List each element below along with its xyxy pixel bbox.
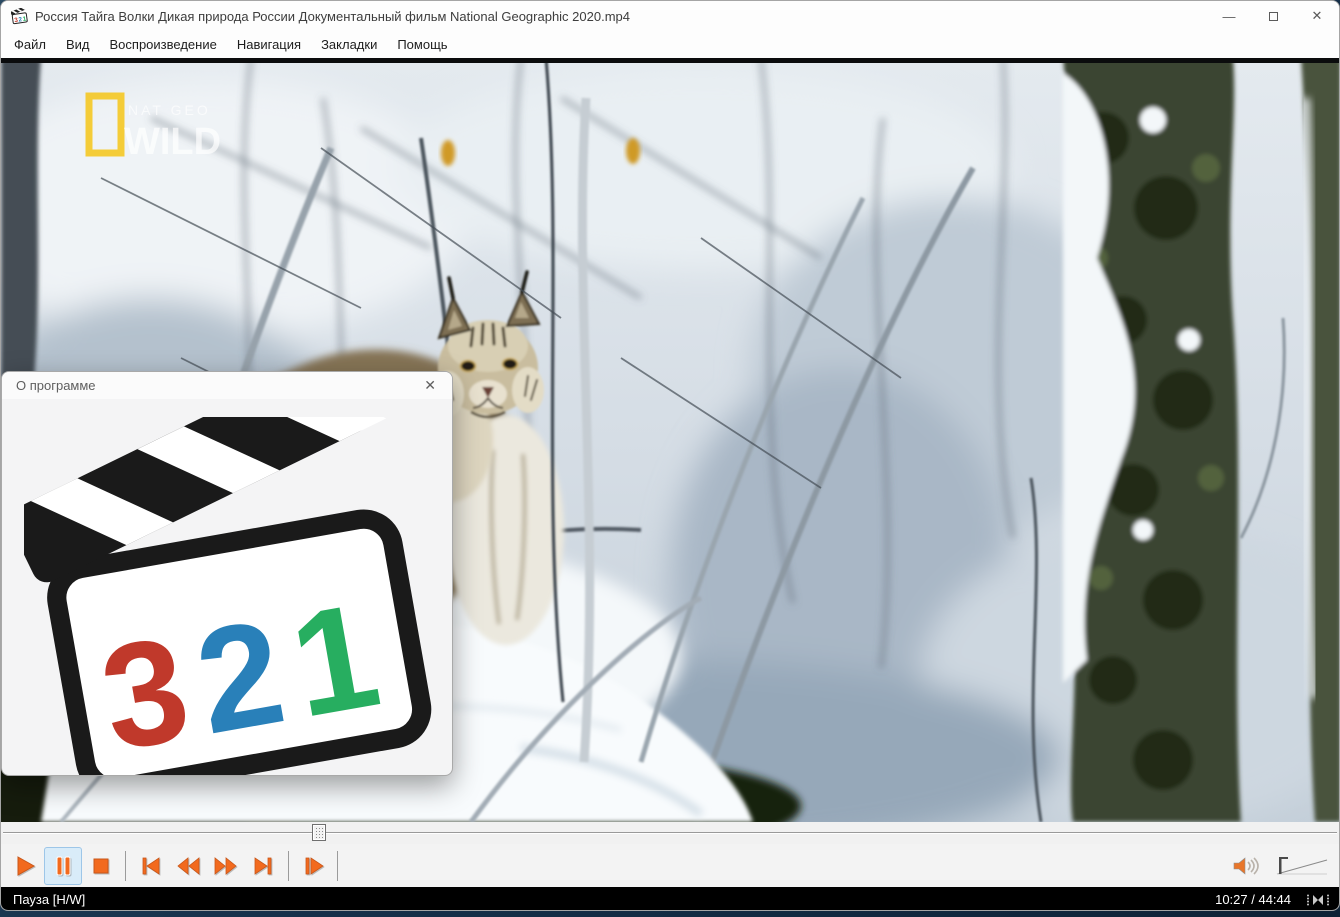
seek-bar[interactable] xyxy=(1,822,1339,844)
time-display: 10:27 / 44:44 xyxy=(1215,892,1291,907)
toolbar-separator xyxy=(288,851,289,881)
volume-slider-track xyxy=(1273,854,1329,878)
maximize-button[interactable] xyxy=(1251,1,1295,31)
volume-thumb xyxy=(1279,857,1282,874)
play-icon xyxy=(11,852,39,880)
volume-icon[interactable] xyxy=(1231,854,1259,878)
menu-file[interactable]: Файл xyxy=(4,31,56,58)
mpc-hc-window: 3 2 1 Россия Тайга Волки Дикая природа Р… xyxy=(0,0,1340,911)
mpc-hc-app-icon: 3 2 1 xyxy=(11,8,28,25)
window-title: Россия Тайга Волки Дикая природа России … xyxy=(35,9,630,24)
titlebar[interactable]: 3 2 1 Россия Тайга Волки Дикая природа Р… xyxy=(1,1,1339,31)
skip-forward-button[interactable] xyxy=(245,847,283,885)
about-dialog-close-icon[interactable]: ✕ xyxy=(422,372,438,399)
menu-bookmarks[interactable]: Закладки xyxy=(311,31,387,58)
fast-forward-button[interactable] xyxy=(207,847,245,885)
menu-help[interactable]: Помощь xyxy=(387,31,457,58)
menu-navigation[interactable]: Навигация xyxy=(227,31,311,58)
toolbar-separator xyxy=(337,851,338,881)
status-bar: Пауза [H/W] 10:27 / 44:44 xyxy=(1,887,1339,911)
menu-playback[interactable]: Воспроизведение xyxy=(100,31,227,58)
video-canvas[interactable]: NAT GEO WILD О программе ✕ xyxy=(1,58,1340,822)
toolbar-separator xyxy=(125,851,126,881)
minimize-button[interactable]: — xyxy=(1207,1,1251,31)
menu-view[interactable]: Вид xyxy=(56,31,100,58)
natgeo-logo-top-text: NAT GEO xyxy=(128,102,211,118)
rewind-icon xyxy=(174,852,202,880)
pause-icon xyxy=(49,852,77,880)
frame-step-button[interactable] xyxy=(294,847,332,885)
frame-step-icon xyxy=(299,852,327,880)
playback-state: Пауза [H/W] xyxy=(1,892,85,907)
about-dialog-title: О программе xyxy=(16,378,96,393)
maximize-icon xyxy=(1269,12,1278,21)
volume-slider[interactable] xyxy=(1273,854,1329,878)
menubar: Файл Вид Воспроизведение Навигация Закла… xyxy=(1,31,1339,58)
skip-back-icon xyxy=(136,852,164,880)
play-button[interactable] xyxy=(6,847,44,885)
pause-button[interactable] xyxy=(44,847,82,885)
about-dialog-titlebar[interactable]: О программе ✕ xyxy=(2,372,452,399)
stop-button[interactable] xyxy=(82,847,120,885)
mpc-hc-logo: 3 2 1 xyxy=(24,417,439,776)
rewind-button[interactable] xyxy=(169,847,207,885)
seek-groove xyxy=(3,832,1337,834)
skip-forward-icon xyxy=(250,852,278,880)
audio-channel-icon xyxy=(1305,893,1331,907)
about-dialog: О программе ✕ 3 2 1 xyxy=(1,371,453,776)
skip-back-button[interactable] xyxy=(131,847,169,885)
fast-forward-icon xyxy=(212,852,240,880)
player-toolbar xyxy=(1,844,1339,887)
close-button[interactable]: ✕ xyxy=(1295,1,1339,31)
stop-icon xyxy=(87,852,115,880)
seek-thumb[interactable] xyxy=(312,824,326,841)
natgeo-logo-main-text: WILD xyxy=(124,121,221,163)
